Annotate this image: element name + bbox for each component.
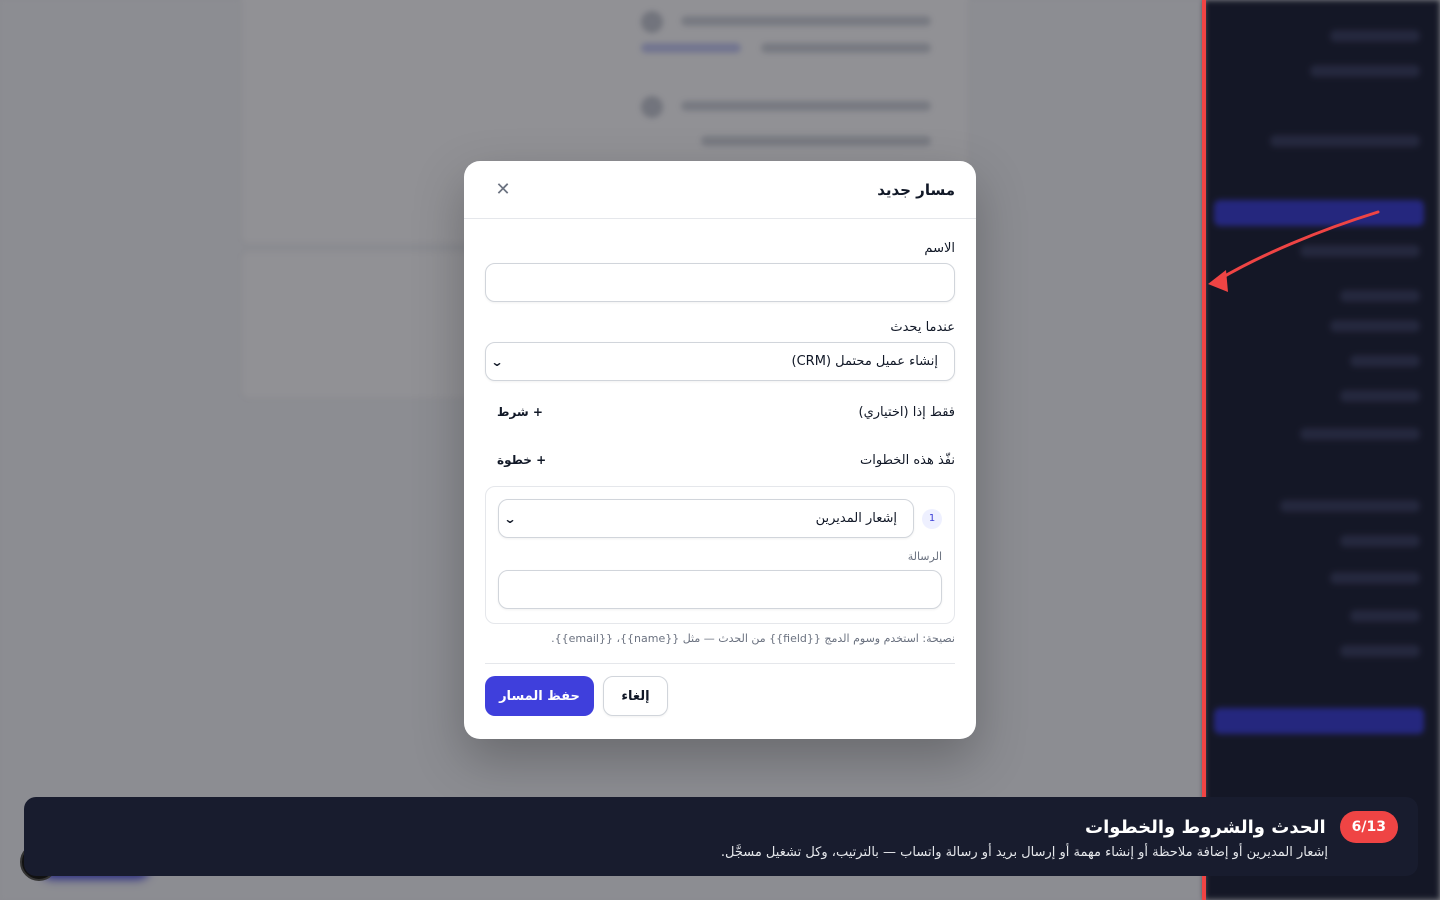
trigger-selected-value: إنشاء عميل محتمل (CRM) (791, 354, 938, 369)
tour-step-badge: 6/13 (1339, 811, 1398, 843)
tour-arrow-icon (1208, 210, 1380, 292)
dialog-header: مسار جديد ✕ (464, 161, 976, 219)
close-icon: ✕ (495, 179, 511, 200)
trigger-label: عندما يحدث (890, 320, 955, 335)
conditions-label: فقط إذا (اختياري) (858, 404, 955, 420)
message-input[interactable] (498, 570, 942, 609)
dialog-body: الاسم عندما يحدث إنشاء عميل محتمل (CRM) … (464, 219, 976, 716)
steps-label: نفّذ هذه الخطوات (860, 452, 955, 468)
step-number-badge: 1 (922, 508, 942, 529)
trigger-select[interactable]: إنشاء عميل محتمل (CRM) ⌄ (485, 342, 955, 381)
tour-description: إشعار المديرين أو إضافة ملاحظة أو إنشاء … (720, 845, 1328, 860)
tour-title: الحدث والشروط والخطوات (1085, 816, 1326, 838)
merge-tags-hint: نصيحة: استخدم وسوم الدمج {{field}} من ال… (551, 632, 955, 645)
new-workflow-dialog: مسار جديد ✕ الاسم عندما يحدث إنشاء عميل … (464, 161, 976, 739)
chevron-down-icon: ⌄ (503, 511, 517, 526)
conditions-row: فقط إذا (اختياري) + شرط (485, 402, 955, 422)
message-label: الرسالة (907, 550, 942, 563)
dialog-title: مسار جديد (877, 180, 955, 199)
step-header: 1 إشعار المديرين ⌄ (498, 499, 942, 538)
step-action-select[interactable]: إشعار المديرين ⌄ (498, 499, 914, 538)
dialog-footer: إلغاء حفظ المسار (485, 676, 955, 716)
save-workflow-button[interactable]: حفظ المسار (485, 676, 594, 716)
tour-header: 6/13 الحدث والشروط والخطوات (44, 811, 1398, 843)
tour-banner: 6/13 الحدث والشروط والخطوات إشعار المدير… (24, 797, 1418, 876)
cancel-button[interactable]: إلغاء (603, 676, 668, 716)
tour-highlight-outline (1202, 0, 1206, 900)
add-condition-button[interactable]: + شرط (485, 405, 543, 419)
footer-divider (485, 663, 955, 664)
steps-row: نفّذ هذه الخطوات + خطوة (485, 450, 955, 470)
add-step-button[interactable]: + خطوة (485, 453, 546, 467)
step-action-value: إشعار المديرين (815, 511, 897, 526)
chevron-down-icon: ⌄ (490, 354, 504, 369)
name-label: الاسم (924, 241, 955, 256)
step-card: 1 إشعار المديرين ⌄ الرسالة (485, 486, 955, 624)
close-button[interactable]: ✕ (492, 179, 514, 201)
name-input[interactable] (485, 263, 955, 302)
